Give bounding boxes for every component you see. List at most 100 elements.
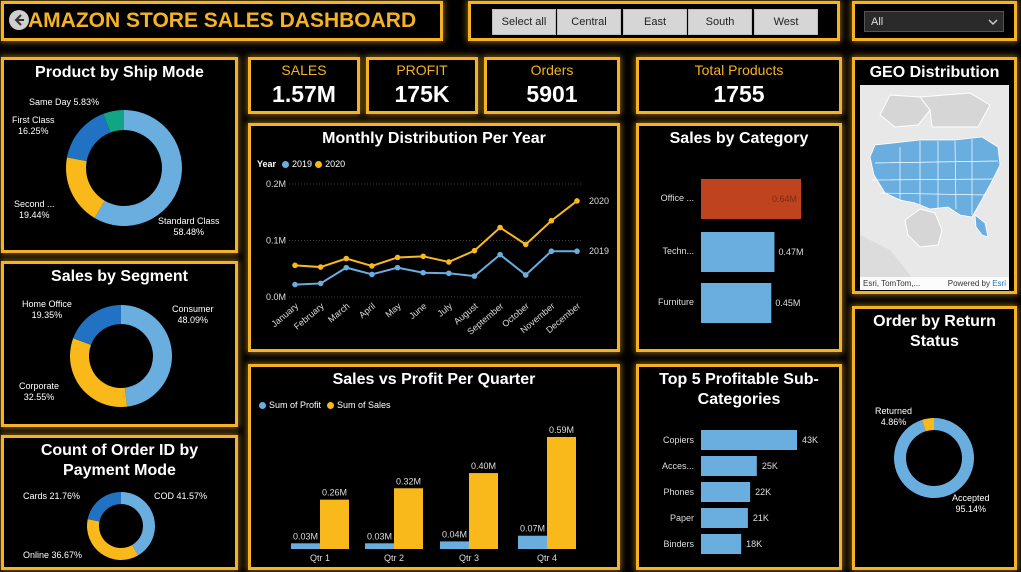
bar-Binders[interactable] [701,534,742,554]
kpi-orders: Orders 5901 [484,57,620,114]
slice-first-class[interactable] [66,113,111,162]
category-label: Copiers [663,435,695,445]
return-status-donut[interactable] [855,309,1014,567]
y-tick-label: 0.0M [266,292,286,302]
category-label: Office ... [661,193,694,203]
data-point [446,259,452,265]
bar-Furniture[interactable] [701,283,772,323]
x-tick-label: June [407,301,428,321]
map-view[interactable]: Esri, TomTom,... Powered by Esri [860,85,1009,290]
data-point [369,271,375,278]
ship-mode-panel: Product by Ship Mode Same Day 5.83% Firs… [1,57,238,253]
slicer-east[interactable]: East [623,9,687,35]
bar-Sum of Profit-Qtr 3[interactable] [440,541,469,549]
data-point [446,270,452,277]
kpi-profit: PROFIT 175K [366,57,478,114]
data-point [548,217,555,224]
data-label: 18K [746,539,762,549]
x-tick-label: Qtr 2 [384,553,404,563]
data-point [471,273,478,279]
data-point [317,280,324,287]
data-point [471,247,478,254]
bar-Sum of Profit-Qtr 2[interactable] [365,543,394,549]
subcat-bar-chart[interactable]: Copiers 43K Acces... 25K Phones 22K Paper 21K Bi… [639,367,839,567]
bar-Sum of Sales-Qtr 3[interactable] [469,473,498,549]
us-map-shape [860,92,1001,290]
geo-title: GEO Distribution [869,64,1000,81]
series-line-2020 [294,200,578,269]
kpi-label: SALES [281,62,327,78]
bar-Sum of Profit-Qtr 4[interactable] [518,535,547,549]
category-bar-chart[interactable]: Office ... 0.64M Techn... 0.47M Furniture 0.4… [639,126,839,349]
data-label: 0.47M [778,247,803,257]
back-arrow-icon[interactable] [9,10,29,30]
slice-consumer[interactable] [121,305,173,407]
category-label: Techn... [662,246,694,256]
bar-Sum of Sales-Qtr 2[interactable] [394,488,423,549]
label-first-class: First Class 16.25% [12,115,55,136]
slicer-select-all[interactable]: Select all [492,9,556,35]
y-tick-label: 0.1M [266,236,286,246]
bar-Copiers[interactable] [701,430,797,450]
slicer-west[interactable]: West [754,9,818,35]
y-tick-label: 0.2M [266,179,286,189]
filter-dropdown[interactable]: All [864,11,1004,32]
chevron-down-icon [988,19,998,26]
bar-Paper[interactable] [701,508,748,528]
x-tick-label: April [357,301,377,320]
kpi-value: 1755 [713,81,765,107]
slice-corporate[interactable] [70,338,128,407]
dropdown-value: All [871,16,884,28]
slice-second-class[interactable] [66,157,105,218]
map-attribution: Esri, TomTom,... Powered by Esri [860,277,1009,290]
category-label: Phones [663,487,694,497]
monthly-line-panel: Monthly Distribution Per Year Year 2019 … [248,123,620,352]
label-consumer: Consumer 48.09% [172,304,214,325]
x-tick-label: Qtr 4 [537,553,557,563]
data-point [369,263,375,269]
data-point [292,281,298,288]
data-label: 0.04M [442,529,467,539]
data-label: 0.26M [322,488,347,498]
region-slicer: Select all Central East South West [468,1,840,41]
slice-online[interactable] [87,519,139,560]
data-point [574,248,580,255]
slice-home-office[interactable] [73,305,121,345]
data-label: 22K [755,487,771,497]
series-end-label: 2019 [589,246,609,256]
label-cod: COD 41.57% [154,491,208,501]
data-label: 43K [802,435,818,445]
slicer-central[interactable]: Central [557,9,621,35]
x-tick-label: July [435,301,454,319]
monthly-line-chart[interactable]: 0.0M0.1M0.2MJanuaryFebruary March April May… [251,126,617,349]
kpi-sales: SALES 1.57M [248,57,360,114]
slicer-south[interactable]: South [688,9,752,35]
slice-cards[interactable] [87,492,121,522]
series-line-2019 [294,250,577,286]
label-corporate: Corporate 32.55% [19,381,60,402]
data-point [420,253,426,260]
bar-Sum of Sales-Qtr 1[interactable] [320,499,349,549]
data-point [292,262,298,269]
category-panel: Sales by Category Office ... 0.64M Techn..… [636,123,842,352]
segment-panel: Sales by Segment Home Office 19.35% Consu… [1,261,238,427]
data-label: 0.64M [772,194,797,204]
quarter-bar-chart[interactable]: Qtr 1 Qtr 2 Qtr 3 Qtr 4 0.03M 0.03M 0.04M 0.07M… [251,367,617,567]
bar-Sum of Profit-Qtr 1[interactable] [291,543,320,549]
category-label: Acces... [662,461,694,471]
data-label: 0.40M [471,461,496,471]
bar-Acces...[interactable] [701,456,757,476]
data-point [574,198,580,204]
label-same-day: Same Day 5.83% [29,97,100,107]
data-point [343,255,350,262]
bar-Techn...[interactable] [701,232,775,272]
series-end-label: 2020 [589,196,609,206]
label-cards: Cards 21.76% [23,491,81,501]
payment-panel: Count of Order ID by Payment Mode Cards … [1,435,238,570]
payment-donut[interactable] [4,438,235,567]
bar-Phones[interactable] [701,482,751,502]
kpi-total-products: Total Products 1755 [636,57,842,114]
bar-Sum of Sales-Qtr 4[interactable] [547,437,576,549]
data-point [317,264,324,270]
slice-cod[interactable] [121,492,155,556]
